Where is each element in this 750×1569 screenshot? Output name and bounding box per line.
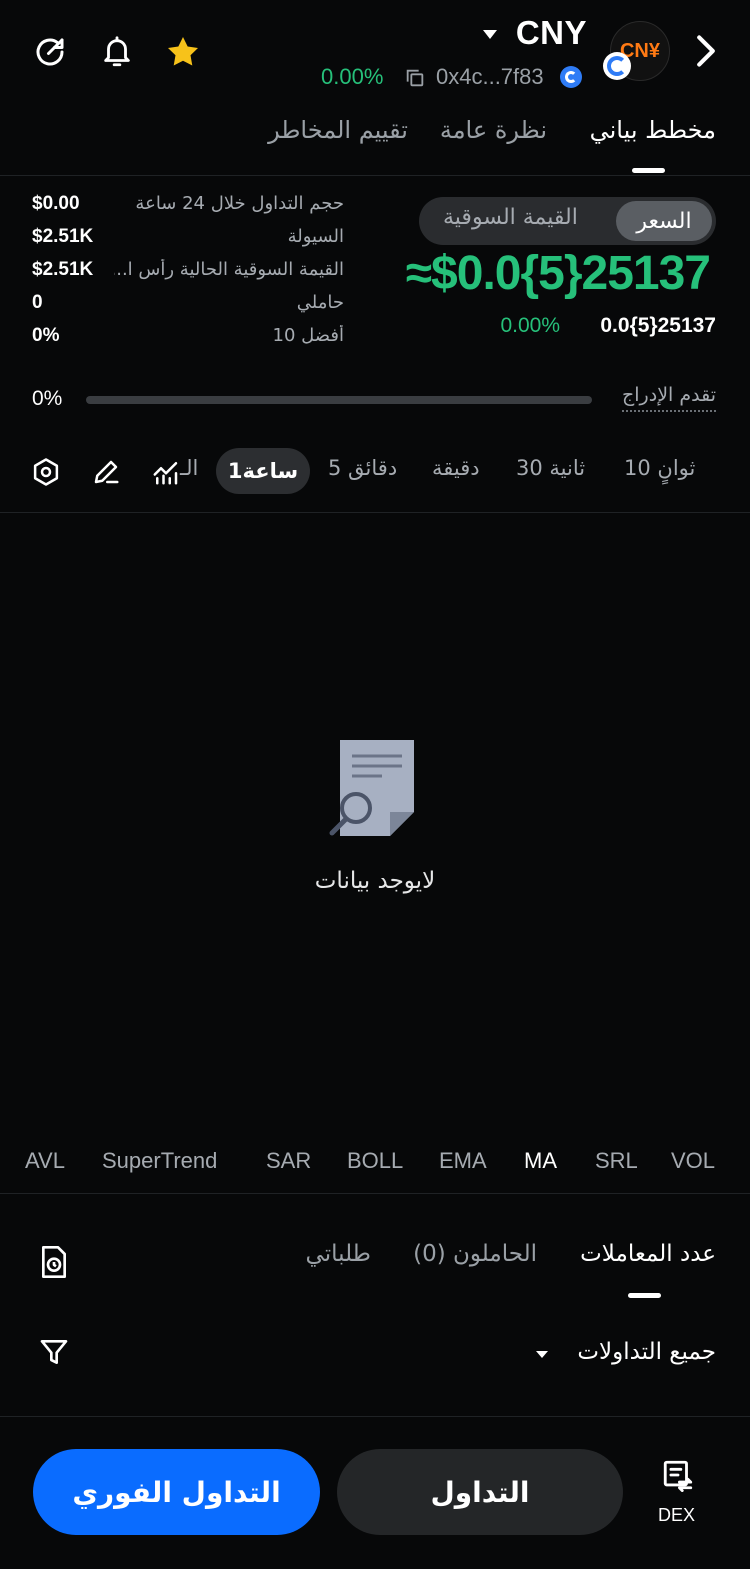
timeframe-1m[interactable]: دقيقة (432, 456, 480, 480)
divider (0, 512, 750, 513)
indicator-boll[interactable]: BOLL (347, 1148, 403, 1174)
bell-icon[interactable] (97, 32, 137, 72)
current-price: ≈$0.0{5}25137 (405, 247, 711, 300)
tab-chart[interactable]: مخطط بياني (590, 116, 716, 144)
header-change-pct: 0.00% (321, 64, 384, 89)
toggle-price[interactable]: السعر (616, 201, 712, 241)
share-icon[interactable] (30, 32, 70, 72)
chevron-right-icon[interactable] (686, 31, 726, 71)
indicator-srl[interactable]: SRL (595, 1148, 638, 1174)
stat-value: $2.51K (32, 259, 94, 280)
divider (0, 1193, 750, 1194)
trade-filter-dropdown[interactable]: جميع التداولات (577, 1339, 716, 1365)
timeframe-1h[interactable]: 1ساعة (216, 448, 310, 494)
draw-pencil-icon[interactable] (91, 457, 121, 491)
tab-overview[interactable]: نظرة عامة (440, 116, 547, 144)
tab-indicator (632, 168, 665, 173)
stat-liquidity: $2.51K السيولة (32, 226, 344, 256)
no-data-text: لايوجد بيانات (314, 868, 436, 894)
price-change-pct: 0.00% (500, 314, 560, 337)
indicator-supertrend[interactable]: SuperTrend (102, 1148, 217, 1174)
trade-button[interactable]: التداول (337, 1449, 623, 1535)
contract-address[interactable]: 0x4c...7f83 (436, 64, 544, 90)
stat-label: حاملي (296, 292, 344, 313)
no-data-icon (326, 738, 418, 842)
star-icon[interactable] (163, 32, 203, 72)
timeframe-30s[interactable]: 30 ثانية (516, 456, 585, 480)
listing-progress-bar (86, 396, 592, 404)
instant-trade-button[interactable]: التداول الفوري (33, 1449, 320, 1535)
indicator-ma[interactable]: MA (524, 1148, 557, 1174)
chain-badge-icon (603, 52, 631, 80)
stat-label: حجم التداول خلال 24 ساعة (135, 193, 344, 214)
price-sub-value: 0.0{5}25137 (600, 314, 716, 337)
stat-value: $2.51K (32, 226, 94, 247)
indicator-sar[interactable]: SAR (266, 1148, 311, 1174)
dex-label[interactable]: DEX (658, 1505, 695, 1526)
timeframe-5m[interactable]: 5 دقائق (328, 456, 397, 480)
indicator-avl[interactable]: AVL (25, 1148, 65, 1174)
stat-market-cap: $2.51K القيمة السوقية الحالية رأس ا... (32, 259, 344, 289)
stat-holders: 0 حاملي (32, 292, 344, 322)
caret-down-icon[interactable] (536, 1351, 548, 1358)
history-doc-icon[interactable] (38, 1244, 70, 1284)
verified-icon (560, 66, 582, 88)
tab-indicator (628, 1293, 661, 1298)
stat-value: $0.00 (32, 193, 80, 214)
dex-swap-icon[interactable] (661, 1458, 695, 1496)
copy-icon[interactable] (404, 67, 426, 93)
tab-transactions[interactable]: عدد المعاملات (580, 1241, 716, 1267)
timeframe-10s[interactable]: 10 ثوانٍ (624, 456, 695, 480)
tab-my-orders[interactable]: طلباتي (306, 1241, 371, 1267)
listing-progress-value: 0% (32, 387, 63, 410)
stat-volume-24h: $0.00 حجم التداول خلال 24 ساعة (32, 193, 344, 223)
tab-risk[interactable]: تقييم المخاطر (268, 116, 408, 144)
stat-label: أفضل 10 (272, 325, 344, 346)
toggle-market-cap[interactable]: القيمة السوقية (443, 205, 578, 230)
filter-icon[interactable] (38, 1335, 70, 1373)
indicator-ema[interactable]: EMA (439, 1148, 487, 1174)
indicator-vol[interactable]: VOL (671, 1148, 715, 1174)
timeframe-more[interactable]: الـ (180, 456, 198, 480)
stat-label: السيولة (287, 226, 344, 247)
price-mcap-toggle[interactable]: السعر القيمة السوقية (419, 197, 716, 245)
stat-value: 0 (32, 292, 43, 313)
token-symbol[interactable]: CNY (516, 14, 587, 52)
indicator-chart-icon[interactable] (151, 457, 181, 491)
divider (0, 175, 750, 176)
stat-label: القيمة السوقية الحالية رأس ا... (114, 259, 344, 280)
stat-value: 0% (32, 325, 60, 346)
settings-icon[interactable] (31, 456, 61, 492)
tab-holders[interactable]: الحاملون (0) (413, 1241, 537, 1267)
stat-top10: 0% أفضل 10 (32, 325, 344, 355)
divider (0, 1416, 750, 1417)
caret-down-icon[interactable] (483, 30, 497, 39)
listing-progress-label[interactable]: تقدم الإدراج (622, 384, 716, 412)
